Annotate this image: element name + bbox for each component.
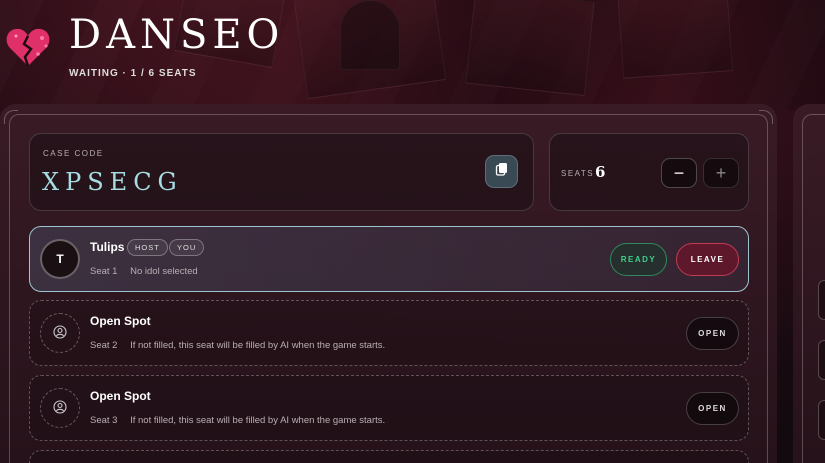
seats-label: SEATS xyxy=(561,169,595,178)
seat-detail: No idol selected xyxy=(130,266,198,277)
case-code-value: XPSECG xyxy=(42,168,183,196)
seat-row: T Tulips HOST YOU Seat 1 No idol selecte… xyxy=(29,226,749,292)
side-panel-tab[interactable] xyxy=(818,340,825,380)
seat-detail: If not filled, this seat will be filled … xyxy=(130,415,386,426)
open-seat-button[interactable]: OPEN xyxy=(686,317,739,350)
case-code-card: CASE CODE XPSECG xyxy=(29,133,534,211)
seat-row: Open Spot Seat 2 If not filled, this sea… xyxy=(29,300,749,366)
seat-info: Seat 2 If not filled, this seat will be … xyxy=(90,340,385,351)
copy-icon xyxy=(495,162,509,181)
lobby-status: WAITING · 1 / 6 SEATS xyxy=(69,68,197,79)
host-badge: HOST xyxy=(127,239,168,256)
copy-code-button[interactable] xyxy=(485,155,518,188)
seat-row: Open Spot Seat 3 If not filled, this sea… xyxy=(29,375,749,441)
leave-button[interactable]: LEAVE xyxy=(676,243,739,276)
app-title: DANSEO xyxy=(69,12,285,58)
player-name: Tulips xyxy=(90,240,125,254)
seat-detail: If not filled, this seat will be filled … xyxy=(130,340,386,351)
seat-title: Open Spot xyxy=(90,389,151,403)
decrement-seats-button[interactable]: − xyxy=(661,158,697,188)
empty-avatar xyxy=(40,388,80,428)
avatar: T xyxy=(40,239,80,279)
seat-title: Open Spot xyxy=(90,314,151,328)
ready-button[interactable]: READY xyxy=(610,243,667,276)
side-panel-tab[interactable] xyxy=(818,280,825,320)
seats-card: SEATS 6 − + xyxy=(549,133,749,211)
seat-info: Seat 3 If not filled, this seat will be … xyxy=(90,415,385,426)
broken-heart-logo-icon xyxy=(4,24,52,70)
seat-row xyxy=(29,450,749,463)
increment-seats-button[interactable]: + xyxy=(703,158,739,188)
person-icon xyxy=(53,324,67,342)
person-icon xyxy=(53,399,67,417)
case-code-label: CASE CODE xyxy=(43,149,104,158)
seat-info: Seat 1 No idol selected xyxy=(90,266,198,277)
seat-number: Seat 2 xyxy=(90,340,118,351)
seat-number: Seat 1 xyxy=(90,266,118,277)
seats-count: 6 xyxy=(595,163,606,181)
seat-number: Seat 3 xyxy=(90,415,118,426)
empty-avatar xyxy=(40,313,80,353)
you-badge: YOU xyxy=(169,239,205,256)
open-seat-button[interactable]: OPEN xyxy=(686,392,739,425)
panel-corner xyxy=(4,110,18,124)
side-panel-tab[interactable] xyxy=(818,400,825,440)
